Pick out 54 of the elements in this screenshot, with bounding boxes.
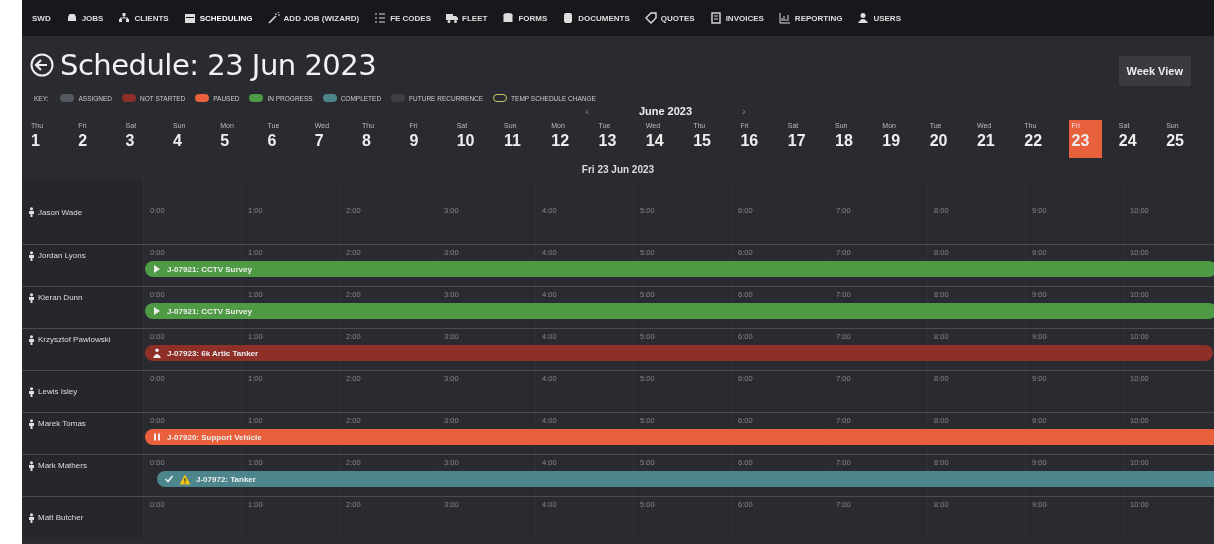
nav-link[interactable]: FLEET [446, 12, 488, 24]
file-icon [709, 12, 722, 24]
wand-icon [267, 12, 280, 24]
document-icon [562, 12, 575, 24]
previous-month-button[interactable]: ‹ [585, 105, 589, 117]
nav-link[interactable]: QUOTES [644, 12, 695, 24]
selected-date-label: Fri 23 Jun 2023 [580, 163, 656, 177]
page-title: Schedule: 23 Jun 2023 [60, 48, 377, 82]
truck-icon [446, 12, 459, 24]
job-bar[interactable]: J-07923: 6k Artic Tanker [145, 345, 1213, 361]
person-icon [28, 207, 35, 217]
staff-name: Mark Mathers [38, 461, 87, 470]
nav-link[interactable]: USERS [857, 12, 901, 24]
nav-link[interactable]: CLIENTS [118, 12, 169, 24]
nav-link[interactable]: FORMS [502, 12, 548, 24]
nav-link[interactable]: FE CODES [374, 12, 432, 24]
sitemap-icon [118, 12, 131, 24]
person-icon [28, 335, 35, 345]
staff-name: Lewis Isley [38, 387, 78, 396]
play-icon [152, 306, 162, 316]
check-icon [164, 474, 174, 484]
chart-icon [778, 12, 791, 24]
staff-name: Kieran Dunn [38, 293, 83, 302]
play-icon [152, 264, 162, 274]
staff-name: Krzysztof Pawlowski [38, 335, 111, 344]
job-bar[interactable]: J-07972: Tanker [157, 471, 1214, 487]
person-icon [28, 461, 35, 471]
brand-link[interactable]: SWD [32, 13, 51, 23]
staff-name: Marek Tomas [38, 419, 86, 428]
person-icon [28, 512, 35, 523]
back-button[interactable] [30, 53, 54, 77]
user-icon [857, 12, 870, 24]
next-month-button[interactable]: › [742, 105, 746, 117]
staff-name: Jason Wade [38, 207, 83, 217]
week-view-button[interactable]: Week View [1118, 56, 1191, 86]
list-icon [374, 12, 387, 24]
person-icon [28, 386, 35, 397]
staff-name: Jordan Lyons [38, 251, 86, 260]
pause-icon [152, 432, 162, 442]
nav-link[interactable]: INVOICES [709, 12, 764, 24]
person-icon [152, 348, 162, 358]
nav-link[interactable]: SCHEDULING [183, 12, 253, 24]
staff-name: Matt Butcher [38, 513, 84, 522]
nav-link[interactable]: DOCUMENTS [562, 12, 630, 24]
nav-link[interactable]: REPORTING [778, 12, 843, 24]
nav-link[interactable]: JOBS [65, 12, 104, 24]
month-label: June 2023 [638, 105, 693, 117]
person-icon [28, 251, 35, 261]
person-icon [28, 419, 35, 429]
nav-link[interactable]: ADD JOB (WIZARD) [267, 12, 360, 24]
warning-icon [179, 473, 191, 485]
person-icon [28, 293, 35, 303]
tag-icon [644, 12, 657, 24]
calendar-icon [183, 12, 196, 24]
